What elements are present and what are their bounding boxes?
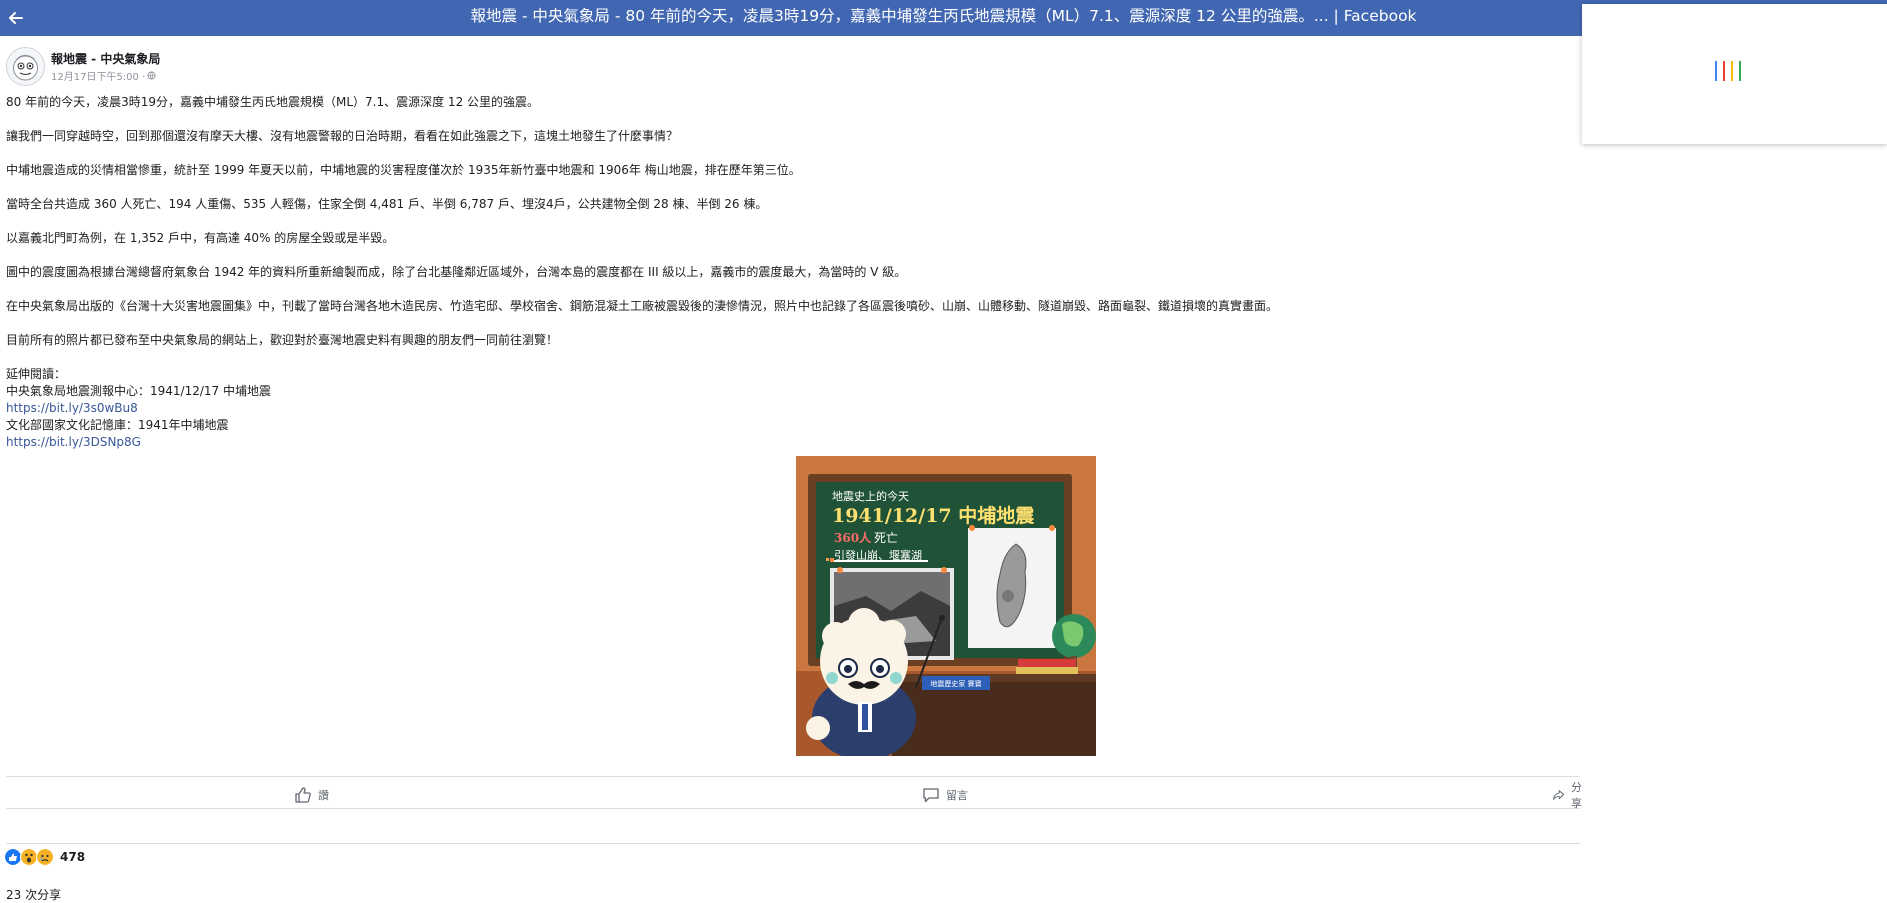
share-arrow-icon xyxy=(1552,790,1565,800)
loader-bar xyxy=(1715,61,1717,81)
like-button[interactable]: 讚 xyxy=(294,778,329,812)
further-reading-label: 延伸閱讀： xyxy=(6,367,67,381)
arrow-left-icon xyxy=(9,12,23,24)
divider xyxy=(6,808,1580,809)
image-small-heading: 地震史上的今天 xyxy=(832,489,909,503)
globe-icon xyxy=(147,71,156,80)
post-paragraph: 當時全台共造成 360 人死亡、194 人重傷、535 人輕傷，住家全倒 4,4… xyxy=(6,197,768,211)
post-paragraph: 中埔地震造成的災情相當慘重，統計至 1999 年夏天以前，中埔地震的災害程度僅次… xyxy=(6,163,801,177)
page-name-link[interactable]: 報地震 - 中央氣象局 xyxy=(51,50,160,67)
loading-panel xyxy=(1582,4,1887,144)
reaction-count: 478 xyxy=(60,850,86,864)
comment-label: 留言 xyxy=(946,789,968,802)
loader-bar xyxy=(1723,61,1725,81)
image-deaths-number: 360人 xyxy=(834,530,872,545)
image-nameplate: 地震歷史家 賽寶 xyxy=(930,679,981,688)
reference-link[interactable]: https://bit.ly/3DSNp8G xyxy=(6,435,141,449)
reference-text: 文化部國家文化記憶庫：1941年中埔地震 xyxy=(6,418,229,432)
loading-spinner xyxy=(1715,61,1741,81)
loader-bar xyxy=(1739,61,1741,81)
share-count[interactable]: 23 次分享 xyxy=(6,886,61,903)
post-paragraph: 以嘉義北門町為例，在 1,352 戶中，有高達 40% 的房屋全毀或是半毀。 xyxy=(6,231,395,245)
post-actions: 讚 留言 分享 xyxy=(0,778,1582,812)
post-timestamp[interactable]: 12月17日下午5:00 · xyxy=(51,68,145,83)
share-label: 分享 xyxy=(1571,781,1583,810)
share-button[interactable]: 分享 xyxy=(1552,778,1587,812)
avatar-mascot-icon xyxy=(13,54,38,81)
divider xyxy=(6,776,1580,777)
avatar[interactable] xyxy=(6,47,45,86)
comment-button[interactable]: 留言 xyxy=(922,778,968,812)
reaction-summary[interactable]: 478 xyxy=(4,848,85,866)
post-paragraph: 圖中的震度圖為根據台灣總督府氣象台 1942 年的資料所重新繪製而成，除了台北基… xyxy=(6,265,907,279)
image-main-heading: 1941/12/17 中埔地震 xyxy=(832,504,1035,527)
post-text: 80 年前的今天，凌晨3時19分，嘉義中埔發生丙氏地震規模（ML）7.1、震源深… xyxy=(6,94,1566,451)
earthquake-illustration: 地震史上的今天 1941/12/17 中埔地震 360人 死亡 引發山崩、堰塞湖 xyxy=(796,456,1096,756)
post-paragraph: 讓我們一同穿越時空，回到那個還沒有摩天大樓、沒有地震警報的日治時期，看看在如此強… xyxy=(6,129,679,143)
image-deaths-label: 死亡 xyxy=(874,531,898,545)
loader-bar xyxy=(1731,61,1733,81)
speech-bubble-icon xyxy=(923,788,939,803)
reference-text: 中央氣象局地震測報中心：1941/12/17 中埔地震 xyxy=(6,384,271,398)
divider xyxy=(6,843,1580,844)
image-effects: 引發山崩、堰塞湖 xyxy=(834,548,922,562)
reference-link[interactable]: https://bit.ly/3s0wBu8 xyxy=(6,401,138,415)
sad-reaction-icon xyxy=(36,848,54,866)
thumbs-up-icon xyxy=(295,787,311,803)
post-meta: 12月17日下午5:00 · xyxy=(51,68,156,83)
post-paragraph: 80 年前的今天，凌晨3時19分，嘉義中埔發生丙氏地震規模（ML）7.1、震源深… xyxy=(6,95,540,109)
post-image[interactable]: 地震史上的今天 1941/12/17 中埔地震 360人 死亡 引發山崩、堰塞湖 xyxy=(796,456,1096,756)
post-paragraph: 在中央氣象局出版的《台灣十大災害地震圖集》中，刊載了當時台灣各地木造民房、竹造宅… xyxy=(6,299,1279,313)
like-label: 讚 xyxy=(318,789,329,802)
back-button[interactable] xyxy=(0,0,30,36)
post-paragraph: 目前所有的照片都已發布至中央氣象局的網站上，歡迎對於臺灣地震史料有興趣的朋友們一… xyxy=(6,333,559,347)
